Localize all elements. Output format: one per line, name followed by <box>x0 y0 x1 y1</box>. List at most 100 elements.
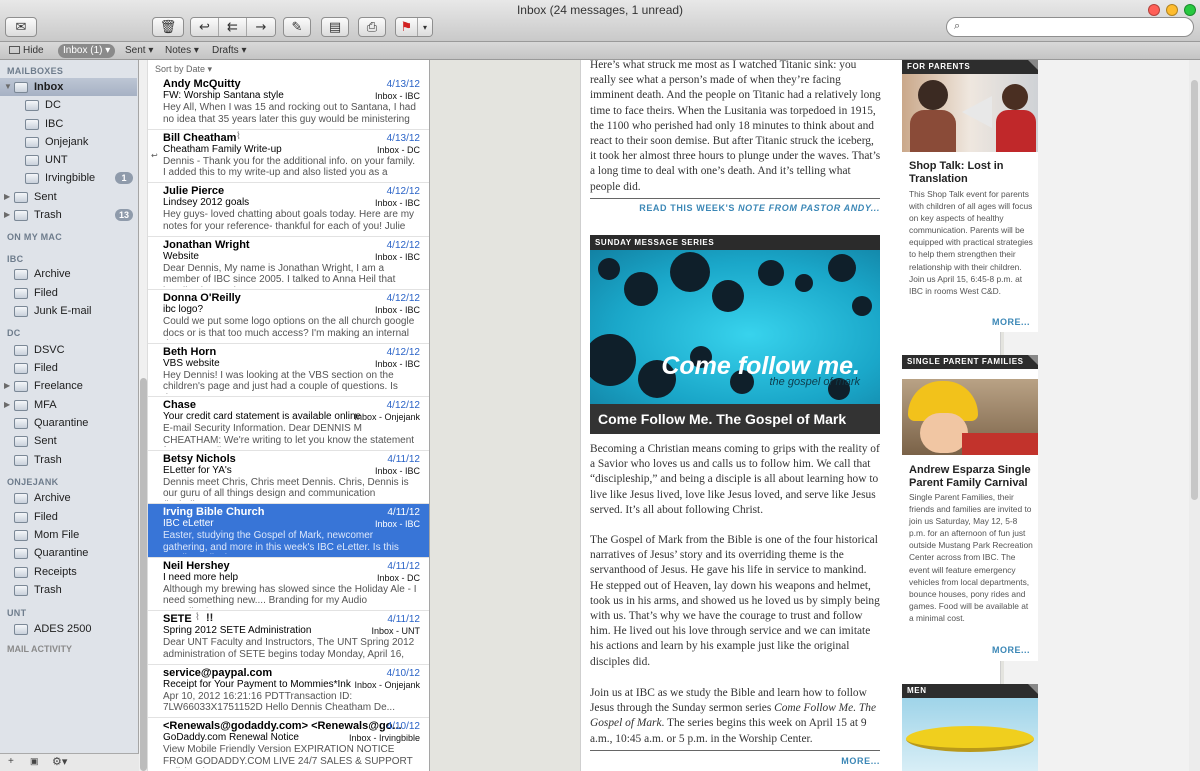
message-date: 4/11/12 <box>387 453 420 465</box>
sidebar-item-onjejank[interactable]: Onjejank <box>0 133 137 151</box>
scrollbar-thumb[interactable] <box>1191 80 1198 500</box>
add-mailbox-button[interactable]: + <box>8 756 14 767</box>
sidebar-item-folder[interactable]: Filed <box>0 359 137 377</box>
message-row[interactable]: Irving Bible Church 4/11/12 IBC eLetter Inb… <box>148 504 429 558</box>
message-date: 4/10/12 <box>386 667 420 679</box>
flag-button[interactable]: ⚑ <box>396 18 418 36</box>
message-row[interactable]: Bill Cheatham 4/13/12 Cheatham Family Writ… <box>148 130 429 183</box>
activity-toggle-icon[interactable]: ▣ <box>30 756 39 767</box>
disclosure-triangle-icon: ▶ <box>4 210 11 219</box>
sidebar-item-ibc[interactable]: IBC <box>0 115 137 133</box>
folder-icon <box>14 417 28 429</box>
reply-group: ↩ ⇇ → <box>190 17 276 37</box>
forward-button[interactable]: → <box>247 18 275 36</box>
kayak-shape <box>906 726 1034 752</box>
card-body: Single Parent Families, their friends an… <box>909 492 1033 623</box>
message-row[interactable]: Jonathan Wright 4/12/12 Website Inbox - IBC… <box>148 237 429 290</box>
print-button[interactable]: ⎙ <box>358 17 386 37</box>
card-more-link[interactable]: MORE... <box>992 317 1030 327</box>
sidebar-item-label: Receipts <box>34 566 77 578</box>
person-silhouette <box>910 110 956 152</box>
message-row[interactable]: service@paypal.com 4/10/12 Receipt for You… <box>148 665 429 718</box>
fav-sent[interactable]: Sent ▾ <box>125 44 153 58</box>
reply-all-button[interactable]: ⇇ <box>219 18 247 36</box>
sidebar-item-folder[interactable]: Junk E-mail <box>0 302 137 320</box>
reply-button[interactable]: ↩ <box>191 18 219 36</box>
message-mailbox: Inbox - IBC <box>374 358 420 369</box>
message-row[interactable]: Andy McQuitty 4/13/12 FW: Worship Santana … <box>148 76 429 130</box>
message-date: 4/13/12 <box>386 79 420 90</box>
scrollbar-thumb[interactable] <box>140 378 147 771</box>
sermon-feature-banner[interactable]: SUNDAY MESSAGE SERIES Come follow me. th… <box>590 235 880 434</box>
message-preview: Dennis - Thank you for the additional in… <box>163 155 415 180</box>
sidebar-item-unt[interactable]: UNT <box>0 151 137 169</box>
folder-icon <box>14 511 28 523</box>
card-for-parents: FOR PARENTS Shop Talk: Lost in Translati… <box>902 60 1038 332</box>
sidebar-item-folder[interactable]: Mom File <box>0 526 137 544</box>
compose-button[interactable]: ✎ <box>283 17 311 37</box>
message-sender: Chase <box>163 399 197 411</box>
sidebar-item-folder[interactable]: Receipts <box>0 563 137 581</box>
message-sender: <Renewals@godaddy.com> <Renewals@go... <box>163 720 402 732</box>
forward-icon: → <box>255 19 267 35</box>
mailbox-sidebar: MAILBOXES ▼ Inbox DC IBC Onjejank UNT Ir… <box>0 60 139 771</box>
sidebar-item-inbox[interactable]: ▼ Inbox <box>0 78 137 96</box>
sidebar-item-folder[interactable]: DSVC <box>0 341 137 359</box>
sidebar-item-folder[interactable]: ▶ MFA <box>0 396 137 414</box>
sidebar-item-folder[interactable]: Archive <box>0 489 137 507</box>
message-row[interactable]: Julie Pierce 4/12/12 Lindsey 2012 goals Inb… <box>148 183 429 237</box>
sidebar-item-label: Quarantine <box>34 417 89 429</box>
sidebar-item-label: Onjejank <box>45 136 89 148</box>
message-row[interactable]: Chase 4/12/12 Your credit card statement i… <box>148 397 429 451</box>
sidebar-item-folder[interactable]: ▶ Freelance <box>0 377 137 395</box>
sidebar-item-folder[interactable]: ADES 2500 <box>0 620 137 638</box>
search-input[interactable] <box>946 17 1194 37</box>
sidebar-item-folder[interactable]: Quarantine <box>0 544 137 562</box>
fav-notes[interactable]: Notes ▾ <box>165 44 199 58</box>
message-row[interactable]: Betsy Nichols 4/11/12 ELetter for YA's Inbo… <box>148 451 429 504</box>
fav-drafts[interactable]: Drafts ▾ <box>212 44 246 58</box>
disclosure-triangle-icon: ▶ <box>4 192 11 201</box>
compose-icon: ✎ <box>291 19 303 35</box>
sidebar-item-label: Inbox <box>34 81 64 93</box>
sidebar-item-sent[interactable]: ▶ Sent <box>0 188 137 206</box>
sidebar-item-label: IBC <box>45 118 64 130</box>
get-mail-button[interactable]: ✉ <box>5 17 37 37</box>
icon-bubble <box>670 252 710 292</box>
sidebar-item-dc[interactable]: DC <box>0 96 137 114</box>
fav-inbox[interactable]: Inbox (1) ▾ <box>58 44 116 58</box>
sidebar-item-folder[interactable]: Sent <box>0 432 137 450</box>
message-list-scrollbar[interactable] <box>139 60 148 771</box>
sidebar-item-folder[interactable]: Archive <box>0 265 137 283</box>
delete-button[interactable]: 🗑 <box>152 17 184 37</box>
message-mailbox: Inbox - UNT <box>371 626 420 636</box>
read-more-prefix: READ THIS WEEK'S <box>639 203 739 213</box>
message-row[interactable]: Neil Hershey 4/11/12 I need more help Inbox… <box>148 558 429 611</box>
flag-menu-button[interactable]: ▾ <box>418 18 432 36</box>
sidebar-item-folder[interactable]: Quarantine <box>0 414 137 432</box>
gear-icon[interactable]: ⚙▾ <box>52 755 67 768</box>
note-button[interactable]: ▤ <box>321 17 349 37</box>
message-row[interactable]: SETE 4/11/12 Spring 2012 SETE Administrati… <box>148 611 429 665</box>
sidebar-item-folder[interactable]: Filed <box>0 284 137 302</box>
message-mailbox: Inbox - IBC <box>374 305 420 315</box>
card-more-link[interactable]: MORE... <box>992 645 1030 655</box>
message-row[interactable]: Donna O'Reilly 4/12/12 ibc logo? Inbox - IB… <box>148 290 429 344</box>
message-preview: Dear UNT Faculty and Instructors, The UN… <box>163 637 415 661</box>
message-subject: Receipt for Your Payment to Mommies*Ink <box>163 678 351 690</box>
sidebar-item-folder[interactable]: Filed <box>0 508 137 526</box>
more-link[interactable]: MORE... <box>590 756 880 766</box>
read-pastor-note-link[interactable]: READ THIS WEEK'S NOTE FROM PASTOR ANDY..… <box>590 203 880 213</box>
sidebar-item-folder[interactable]: Trash <box>0 581 137 599</box>
sidebar-item-irvingbible[interactable]: Irvingbible 1 <box>0 169 137 187</box>
message-row[interactable]: Beth Horn 4/12/12 VBS website Inbox - IBC He… <box>148 344 429 397</box>
hide-mailboxes-button[interactable]: Hide <box>9 44 44 58</box>
sort-by-date[interactable]: Sort by Date ▾ <box>155 64 212 75</box>
sidebar-item-trash[interactable]: ▶ Trash 13 <box>0 206 137 224</box>
person-silhouette <box>918 80 948 110</box>
message-preview: Dear Dennis, My name is Jonathan Wright,… <box>163 262 396 287</box>
message-preview: Hey Dennis! I was looking at the VBS sec… <box>163 369 398 394</box>
message-row[interactable]: <Renewals@godaddy.com> <Renewals@go... 4/… <box>148 718 429 771</box>
sidebar-item-folder[interactable]: Trash <box>0 451 137 469</box>
reading-pane-scrollbar[interactable] <box>1189 60 1200 771</box>
